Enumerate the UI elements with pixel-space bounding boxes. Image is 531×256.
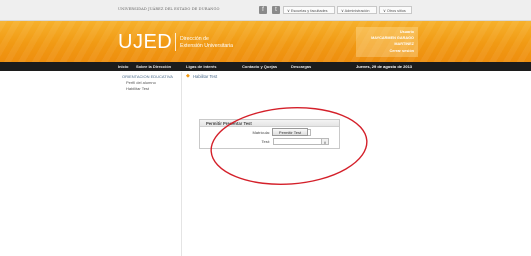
nav-sobre-direccion[interactable]: Sobre la Dirección	[136, 64, 171, 69]
arrow-icon: ◆	[186, 73, 190, 79]
nav-inicio[interactable]: Inicio	[118, 64, 128, 69]
ujed-logo[interactable]: UJED	[118, 31, 172, 54]
top-bar: UNIVERSIDAD JUÁREZ DEL ESTADO DE DURANGO…	[0, 0, 531, 21]
site-header: UJED Dirección de Extensión Universitari…	[0, 21, 531, 62]
otros-sitios-label: Otros sitios	[386, 9, 406, 13]
panel-header: Permitir Presentar Test	[200, 120, 339, 127]
admin-label: Administración	[344, 9, 370, 13]
department-name-line2: Extensión Universitaria	[180, 43, 234, 49]
escuelas-dropdown[interactable]: ∨ Escuelas y facultades	[283, 6, 335, 14]
chevron-down-icon[interactable]: ∨	[321, 139, 328, 145]
page-title: Habilitar Test	[193, 74, 218, 79]
user-box: Usuario MAYCARMEN GARAGO MARTINEZ Cerrar…	[356, 27, 418, 57]
sidebar-item-habilitar-test[interactable]: Habilitar Test	[126, 86, 149, 91]
admin-dropdown[interactable]: ∨ Administración	[337, 6, 377, 14]
header-pattern	[0, 21, 531, 62]
test-select[interactable]: ∨	[273, 138, 329, 145]
user-name-line1: MAYCARMEN GARAGO	[371, 36, 414, 40]
logout-link[interactable]: Cerrar sesión	[390, 49, 414, 53]
matricula-label: Matrícula:	[252, 130, 270, 135]
university-name: UNIVERSIDAD JUÁREZ DEL ESTADO DE DURANGO	[118, 7, 220, 11]
nav-contacto-quejas[interactable]: Contacto y Quejas	[242, 64, 277, 69]
escuelas-label: Escuelas y facultades	[290, 9, 328, 13]
twitter-icon[interactable]: t	[272, 6, 280, 14]
logo-divider	[175, 33, 176, 51]
nav-ligas-interes[interactable]: Ligas de interés	[186, 64, 216, 69]
current-date: Jueves, 29 de agosto de 2013	[356, 64, 413, 69]
user-label: Usuario	[399, 30, 414, 34]
sidebar-item-perfil-alumno[interactable]: Perfil del alumno	[126, 80, 156, 85]
permitir-test-panel: Permitir Presentar Test Matrícula: Test:…	[199, 119, 340, 149]
user-name-line2: MARTINEZ	[394, 42, 414, 46]
facebook-icon[interactable]: f	[259, 6, 267, 14]
sidebar-divider	[181, 72, 182, 256]
main-nav: Inicio Sobre la Dirección Ligas de inter…	[0, 62, 531, 71]
nav-descargas[interactable]: Descargas	[291, 64, 311, 69]
permitir-test-button[interactable]: Permitir Test	[272, 128, 308, 136]
otros-sitios-dropdown[interactable]: ∨ Otros sitios	[379, 6, 412, 14]
department-name-line1: Dirección de	[180, 36, 209, 42]
test-label: Test:	[261, 139, 270, 144]
panel-title: Permitir Presentar Test	[206, 121, 252, 126]
sidebar-title[interactable]: ORIENTACION EDUCATIVA	[122, 74, 173, 79]
